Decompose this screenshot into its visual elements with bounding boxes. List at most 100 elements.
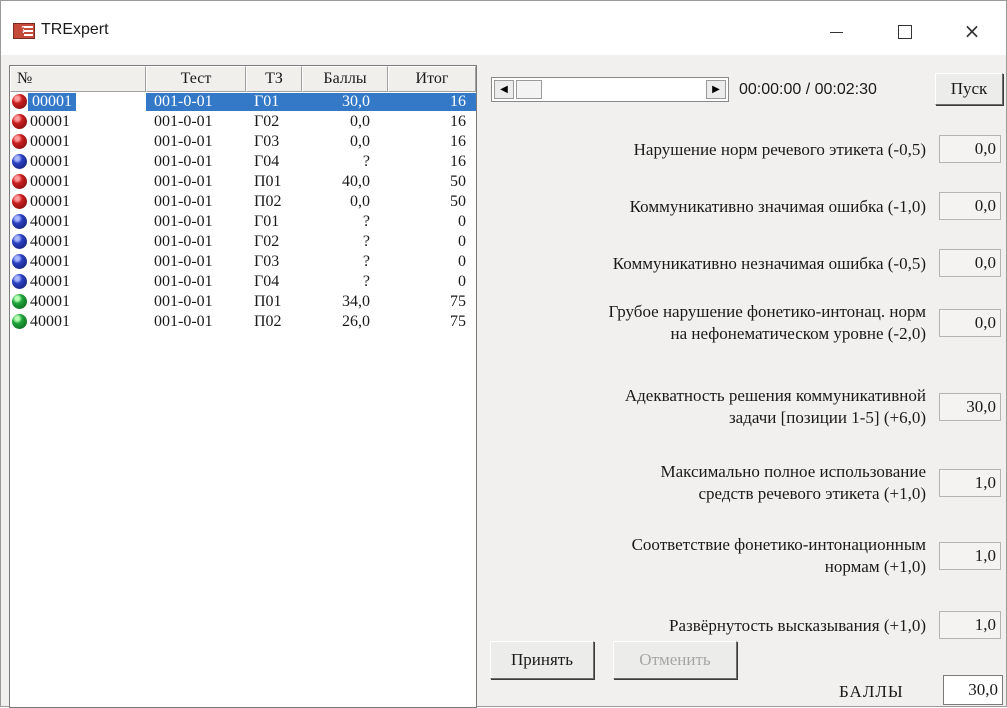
cell-number: 00001 xyxy=(30,113,70,130)
total-score-label: БАЛЛЫ xyxy=(839,682,904,701)
criterion-value-field[interactable]: 0,0 xyxy=(939,309,1001,337)
table-row[interactable]: 00001 001-0-01 Г01 30,0 16 xyxy=(10,93,476,111)
cell-score: 40,0 xyxy=(342,173,370,190)
cell-test: 001-0-01 xyxy=(154,233,213,250)
cell-total: 50 xyxy=(450,173,466,190)
scroll-right-icon[interactable]: ▶ xyxy=(706,80,726,99)
criterion-label: Нарушение норм речевого этикета (-0,5) xyxy=(633,140,926,159)
cell-number: 00001 xyxy=(30,193,70,210)
playback-scrollbar[interactable]: ◀ ▶ xyxy=(491,77,729,102)
criterion-label: Развёрнутость высказывания (+1,0) xyxy=(669,616,926,635)
criterion-label: Грубое нарушение фонетико-интонац. норм … xyxy=(608,302,927,343)
column-header-number[interactable]: № xyxy=(10,66,146,92)
table-row[interactable]: 00001 001-0-01 П01 40,0 50 xyxy=(10,173,476,191)
cell-score: ? xyxy=(362,213,370,230)
criterion-value-field[interactable]: 0,0 xyxy=(939,135,1001,163)
criterion-label: Максимально полное использование средств… xyxy=(660,462,926,503)
cell-task: Г04 xyxy=(254,153,280,170)
criterion-value-field[interactable]: 0,0 xyxy=(939,249,1001,277)
scroll-thumb[interactable] xyxy=(516,80,542,99)
cell-score: ? xyxy=(362,253,370,270)
table-row[interactable]: 40001 001-0-01 Г04? 0 xyxy=(10,273,476,291)
cell-test: 001-0-01 xyxy=(154,213,213,230)
status-blue-icon xyxy=(12,154,27,169)
cell-score: 30,0 xyxy=(342,93,370,110)
cell-number: 40001 xyxy=(30,293,70,310)
maximize-button[interactable] xyxy=(881,15,927,47)
table-row[interactable]: 40001 001-0-01 П02 26,0 75 xyxy=(10,313,476,331)
column-header-total[interactable]: Итог xyxy=(388,66,476,92)
criterion-value-field[interactable]: 0,0 xyxy=(939,192,1001,220)
status-red-icon xyxy=(12,94,27,109)
criterion-value-field[interactable]: 30,0 xyxy=(939,393,1001,421)
cell-number: 00001 xyxy=(28,93,76,111)
cancel-button[interactable]: Отменить xyxy=(613,641,737,679)
total-score-field[interactable]: 30,0 xyxy=(943,675,1003,705)
cell-score: 0,0 xyxy=(350,113,370,130)
cell-number: 00001 xyxy=(30,173,70,190)
app-window: ? TRExpert × № Тест ТЗ Баллы Итог 00001 0… xyxy=(0,0,1007,708)
cell-test: 001-0-01 xyxy=(154,193,213,210)
cell-number: 40001 xyxy=(30,273,70,290)
results-list[interactable]: № Тест ТЗ Баллы Итог 00001 001-0-01 Г01 30,… xyxy=(9,65,477,708)
cell-total: 16 xyxy=(450,153,466,170)
criterion-label: Соответствие фонетико-интонационным норм… xyxy=(631,535,926,576)
criterion-label: Адекватность решения коммуникативной зад… xyxy=(624,386,926,427)
cell-score: ? xyxy=(362,153,370,170)
table-row[interactable]: 00001 001-0-01 П02 0,0 50 xyxy=(10,193,476,211)
cell-score: ? xyxy=(362,233,370,250)
table-row[interactable]: 40001 001-0-01 П01 34,0 75 xyxy=(10,293,476,311)
playback-time: 00:00:00 / 00:02:30 xyxy=(739,81,877,98)
accept-button[interactable]: Принять xyxy=(490,641,594,679)
cell-task: П01 xyxy=(254,293,282,310)
criterion-value-field[interactable]: 1,0 xyxy=(939,542,1001,570)
cell-total: 16 xyxy=(450,113,466,130)
cell-task: Г02 xyxy=(254,233,280,250)
window-title: TRExpert xyxy=(41,21,109,38)
table-row[interactable]: 00001 001-0-01 Г04? 16 xyxy=(10,153,476,171)
cell-total: 75 xyxy=(450,293,466,310)
start-button[interactable]: Пуск xyxy=(935,73,1003,105)
cell-number: 40001 xyxy=(30,213,70,230)
status-red-icon xyxy=(12,134,27,149)
cell-total: 50 xyxy=(450,193,466,210)
cell-test: 001-0-01 xyxy=(154,293,213,310)
cell-task: Г01 xyxy=(254,213,280,230)
cell-number: 40001 xyxy=(30,253,70,270)
close-button[interactable]: × xyxy=(949,15,995,47)
cell-test: 001-0-01 xyxy=(154,133,213,150)
table-row[interactable]: 40001 001-0-01 Г01? 0 xyxy=(10,213,476,231)
cell-total: 0 xyxy=(458,273,466,290)
title-bar[interactable]: ? TRExpert × xyxy=(1,1,1006,55)
cell-task: Г03 xyxy=(254,133,280,150)
cell-test: 001-0-01 xyxy=(154,153,213,170)
table-row[interactable]: 40001 001-0-01 Г02? 0 xyxy=(10,233,476,251)
status-blue-icon xyxy=(12,214,27,229)
column-header-test[interactable]: Тест xyxy=(146,66,246,92)
cell-number: 40001 xyxy=(30,313,70,330)
cell-total: 0 xyxy=(458,253,466,270)
table-row[interactable]: 40001 001-0-01 Г03? 0 xyxy=(10,253,476,271)
cell-number: 00001 xyxy=(30,153,70,170)
cell-total: 16 xyxy=(450,93,466,110)
table-row[interactable]: 00001 001-0-01 Г03 0,0 16 xyxy=(10,133,476,151)
table-row[interactable]: 00001 001-0-01 Г02 0,0 16 xyxy=(10,113,476,131)
criterion-value-field[interactable]: 1,0 xyxy=(939,611,1001,639)
criterion-value-field[interactable]: 1,0 xyxy=(939,469,1001,497)
cell-score: 34,0 xyxy=(342,293,370,310)
column-header-score[interactable]: Баллы xyxy=(302,66,388,92)
column-header-task[interactable]: ТЗ xyxy=(246,66,302,92)
status-green-icon xyxy=(12,314,27,329)
criterion-label: Коммуникативно незначимая ошибка (-0,5) xyxy=(612,254,926,273)
status-red-icon xyxy=(12,174,27,189)
minimize-button[interactable] xyxy=(813,15,859,47)
cell-test: 001-0-01 xyxy=(154,313,213,330)
cell-total: 0 xyxy=(458,233,466,250)
cell-total: 0 xyxy=(458,213,466,230)
scroll-left-icon[interactable]: ◀ xyxy=(494,80,514,99)
status-blue-icon xyxy=(12,254,27,269)
status-red-icon xyxy=(12,194,27,209)
status-red-icon xyxy=(12,114,27,129)
cell-task: Г04 xyxy=(254,273,280,290)
status-blue-icon xyxy=(12,234,27,249)
